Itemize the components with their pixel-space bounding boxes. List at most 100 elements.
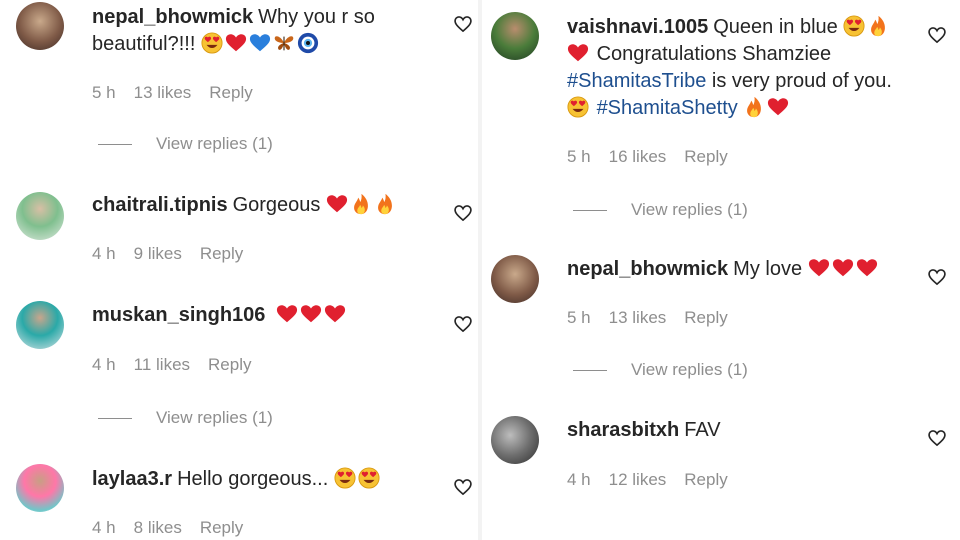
comment-body: Gorgeous [232, 194, 321, 216]
divider-line [573, 210, 607, 212]
comment-likes[interactable]: 9 likes [134, 244, 182, 263]
comment-text: vaishnavi.1005 Queen in blue Congratulati… [567, 14, 927, 122]
comments-panel-left: nepal_bhowmick Why you r so beautiful?!!!… [0, 0, 478, 540]
reply-button[interactable]: Reply [200, 244, 243, 263]
comment-username[interactable]: nepal_bhowmick [92, 6, 253, 28]
avatar[interactable] [16, 2, 64, 50]
comment-likes[interactable]: 12 likes [609, 470, 667, 489]
reply-button[interactable]: Reply [684, 147, 727, 166]
comment-text: nepal_bhowmick My love [567, 256, 907, 283]
comment-likes[interactable]: 16 likes [609, 147, 667, 166]
heart-eyes-emoji [334, 467, 356, 489]
divider-line [98, 144, 132, 146]
reply-button[interactable]: Reply [209, 83, 252, 102]
view-replies-label: View replies (1) [631, 360, 748, 379]
red-heart-emoji [808, 257, 830, 279]
comment-text: nepal_bhowmick Why you r so beautiful?!!! [92, 4, 412, 58]
hashtag-link[interactable]: #ShamitaShetty [597, 97, 738, 119]
divider-line [573, 370, 607, 372]
comment-body: Queen in blue [713, 16, 838, 38]
blue-heart-emoji [249, 32, 271, 54]
divider-line [98, 418, 132, 420]
comment-time: 4 h [567, 470, 591, 489]
red-heart-emoji [832, 257, 854, 279]
heart-outline-icon[interactable] [927, 267, 947, 287]
comment-text: muskan_singh106 [92, 302, 432, 329]
reply-button[interactable]: Reply [684, 308, 727, 327]
comment-time: 5 h [92, 83, 116, 102]
view-replies-button[interactable]: View replies (1) [98, 408, 273, 428]
comment-text: laylaa3.r Hello gorgeous... [92, 466, 432, 493]
heart-eyes-emoji [358, 467, 380, 489]
heart-outline-icon[interactable] [927, 25, 947, 45]
avatar[interactable] [16, 301, 64, 349]
fire-emoji [867, 15, 889, 37]
butterfly-emoji [273, 32, 295, 54]
comment-time: 4 h [92, 244, 116, 263]
heart-outline-icon[interactable] [453, 477, 473, 497]
reply-button[interactable]: Reply [200, 518, 243, 537]
comment-likes[interactable]: 13 likes [609, 308, 667, 327]
hashtag-link[interactable]: #ShamitasTribe [567, 70, 706, 92]
heart-outline-icon[interactable] [453, 314, 473, 334]
red-heart-emoji [567, 42, 589, 64]
comment-text: chaitrali.tipnis Gorgeous [92, 192, 432, 219]
comment-time: 4 h [92, 355, 116, 374]
comment-meta: 5 h 16 likes Reply [567, 147, 746, 167]
comment-likes[interactable]: 8 likes [134, 518, 182, 537]
comment-time: 5 h [567, 308, 591, 327]
comment-meta: 5 h 13 likes Reply [567, 308, 746, 328]
fire-emoji [350, 193, 372, 215]
view-replies-label: View replies (1) [631, 200, 748, 219]
view-replies-button[interactable]: View replies (1) [98, 134, 273, 154]
avatar[interactable] [16, 192, 64, 240]
comment-meta: 4 h 12 likes Reply [567, 470, 746, 490]
view-replies-button[interactable]: View replies (1) [573, 200, 748, 220]
view-replies-label: View replies (1) [156, 408, 273, 427]
red-heart-emoji [326, 193, 348, 215]
avatar[interactable] [491, 416, 539, 464]
comment-time: 5 h [567, 147, 591, 166]
avatar[interactable] [16, 464, 64, 512]
comment-username[interactable]: laylaa3.r [92, 468, 172, 490]
comment-body: My love [733, 258, 803, 280]
reply-button[interactable]: Reply [684, 470, 727, 489]
comment-body: is very proud of you. [711, 70, 892, 92]
red-heart-emoji [324, 303, 346, 325]
comment-likes[interactable]: 13 likes [134, 83, 192, 102]
comment-body: Congratulations Shamziee [596, 43, 832, 65]
comment-username[interactable]: vaishnavi.1005 [567, 16, 708, 38]
red-heart-emoji [856, 257, 878, 279]
comment-meta: 4 h 11 likes Reply [92, 355, 270, 375]
red-heart-emoji [276, 303, 298, 325]
comment-body: Hello gorgeous... [177, 468, 329, 490]
comment-username[interactable]: sharasbitxh [567, 419, 679, 441]
fire-emoji [374, 193, 396, 215]
view-replies-button[interactable]: View replies (1) [573, 360, 748, 380]
comment-username[interactable]: nepal_bhowmick [567, 258, 728, 280]
reply-button[interactable]: Reply [208, 355, 251, 374]
red-heart-emoji [767, 96, 789, 118]
heart-outline-icon[interactable] [927, 428, 947, 448]
fire-emoji [743, 96, 765, 118]
nazar-amulet-emoji [297, 32, 319, 54]
heart-eyes-emoji [843, 15, 865, 37]
avatar[interactable] [491, 12, 539, 60]
heart-eyes-emoji [567, 96, 589, 118]
avatar[interactable] [491, 255, 539, 303]
heart-outline-icon[interactable] [453, 14, 473, 34]
comment-username[interactable]: chaitrali.tipnis [92, 194, 228, 216]
comment-meta: 4 h 8 likes Reply [92, 518, 261, 538]
comment-likes[interactable]: 11 likes [134, 355, 190, 374]
comments-panel-right: vaishnavi.1005 Queen in blue Congratulati… [482, 0, 960, 540]
red-heart-emoji [300, 303, 322, 325]
red-heart-emoji [225, 32, 247, 54]
comment-time: 4 h [92, 518, 116, 537]
comment-meta: 4 h 9 likes Reply [92, 244, 261, 264]
comment-username[interactable]: muskan_singh106 [92, 304, 265, 326]
heart-eyes-emoji [201, 32, 223, 54]
comment-text: sharasbitxh FAV [567, 417, 907, 444]
comment-meta: 5 h 13 likes Reply [92, 83, 271, 103]
heart-outline-icon[interactable] [453, 203, 473, 223]
view-replies-label: View replies (1) [156, 134, 273, 153]
